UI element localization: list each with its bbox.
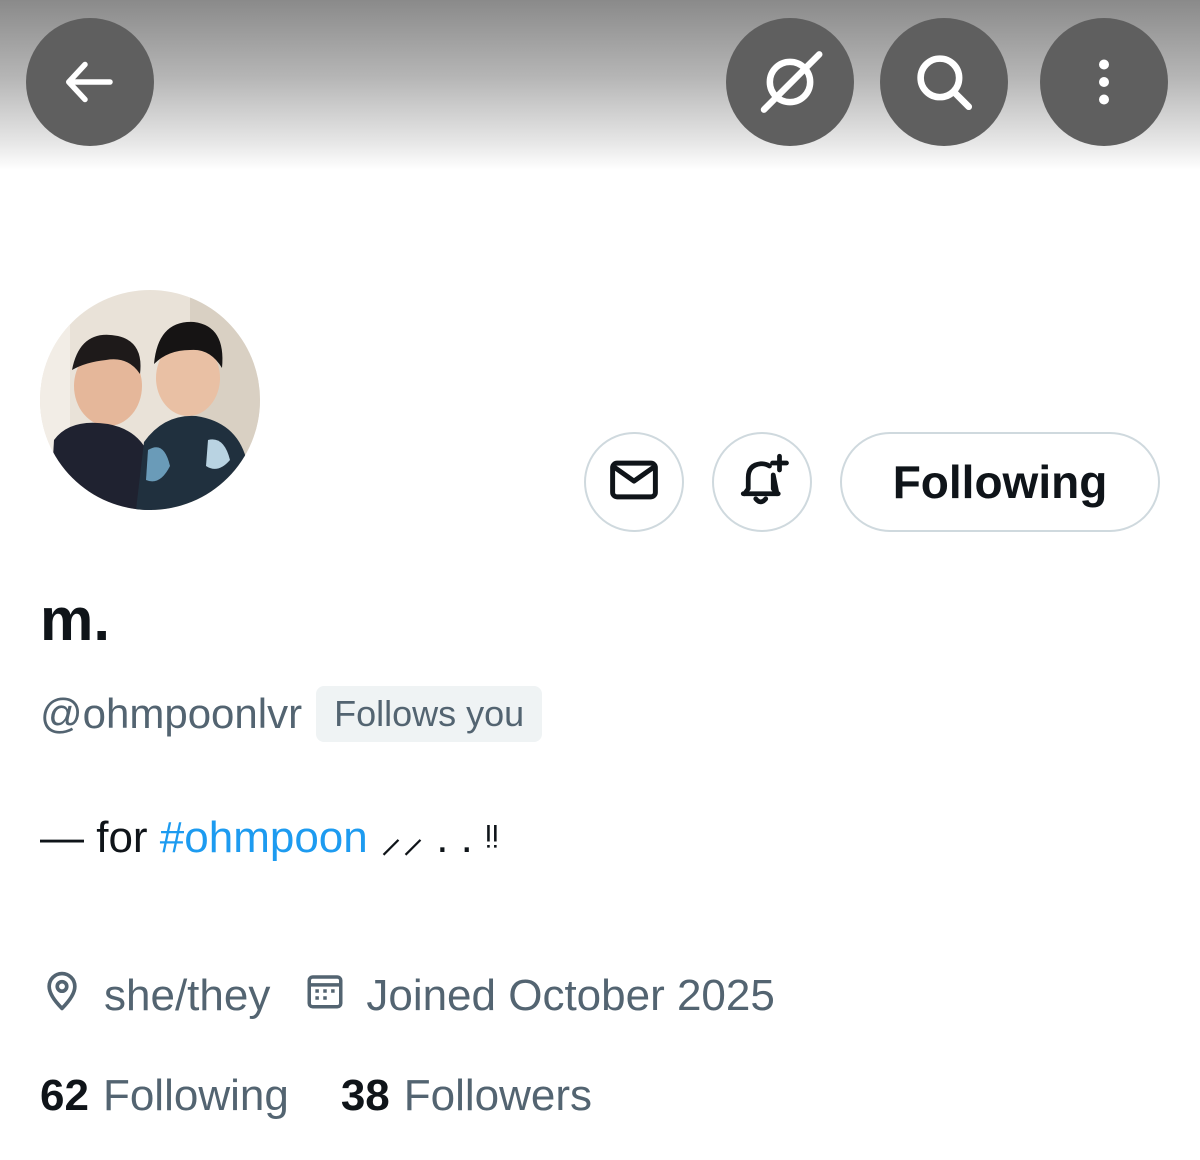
- notifications-button[interactable]: [712, 432, 812, 532]
- following-count-label: Following: [102, 1071, 289, 1120]
- more-vertical-icon: [1074, 52, 1134, 112]
- joined-item: Joined October 2025: [304, 970, 775, 1023]
- following-count-link[interactable]: 62 Following: [40, 1071, 289, 1121]
- bio-prefix: — for: [40, 813, 160, 862]
- bio-suffix: ⸝⸝ . . ᵎᵎ: [367, 813, 499, 862]
- profile-bio: — for #ohmpoon ⸝⸝ . . ᵎᵎ: [40, 806, 499, 870]
- avatar-photo: [40, 290, 260, 510]
- search-button[interactable]: [880, 18, 1008, 146]
- location-text: she/they: [104, 971, 271, 1020]
- search-icon: [911, 49, 977, 115]
- calendar-icon: [304, 970, 366, 1023]
- profile-banner: [0, 0, 1200, 170]
- bio-hashtag-link[interactable]: #ohmpoon: [160, 813, 368, 862]
- avatar[interactable]: [38, 288, 262, 512]
- following-button[interactable]: Following: [840, 432, 1160, 532]
- followers-count-label: Followers: [403, 1071, 593, 1120]
- location-item: she/they: [40, 969, 270, 1024]
- followers-count-link[interactable]: 38 Followers: [341, 1071, 592, 1121]
- following-button-label: Following: [892, 456, 1108, 508]
- username-handle: @ohmpoonlvr: [40, 690, 303, 737]
- grok-button[interactable]: [726, 18, 854, 146]
- envelope-icon: [607, 453, 661, 512]
- location-pin-icon: [40, 969, 104, 1024]
- handle-row: @ohmpoonlvr Follows you: [40, 686, 543, 742]
- bell-plus-icon: [732, 450, 792, 515]
- profile-page: Following m. @ohmpoonlvr Follows you — f…: [0, 0, 1200, 1160]
- grok-icon: [751, 43, 829, 121]
- followers-count: 38: [340, 1071, 390, 1120]
- arrow-left-icon: [60, 52, 120, 112]
- back-button[interactable]: [26, 18, 154, 146]
- joined-date-text: Joined October 2025: [366, 971, 775, 1020]
- follows-you-badge: Follows you: [316, 686, 543, 742]
- message-button[interactable]: [584, 432, 684, 532]
- following-count: 62: [40, 1071, 89, 1120]
- display-name: m.: [40, 586, 111, 653]
- more-options-button[interactable]: [1040, 18, 1168, 146]
- follow-stats: 62 Following 38 Followers: [40, 1066, 592, 1126]
- profile-meta: she/they Joined October 2025: [40, 966, 775, 1026]
